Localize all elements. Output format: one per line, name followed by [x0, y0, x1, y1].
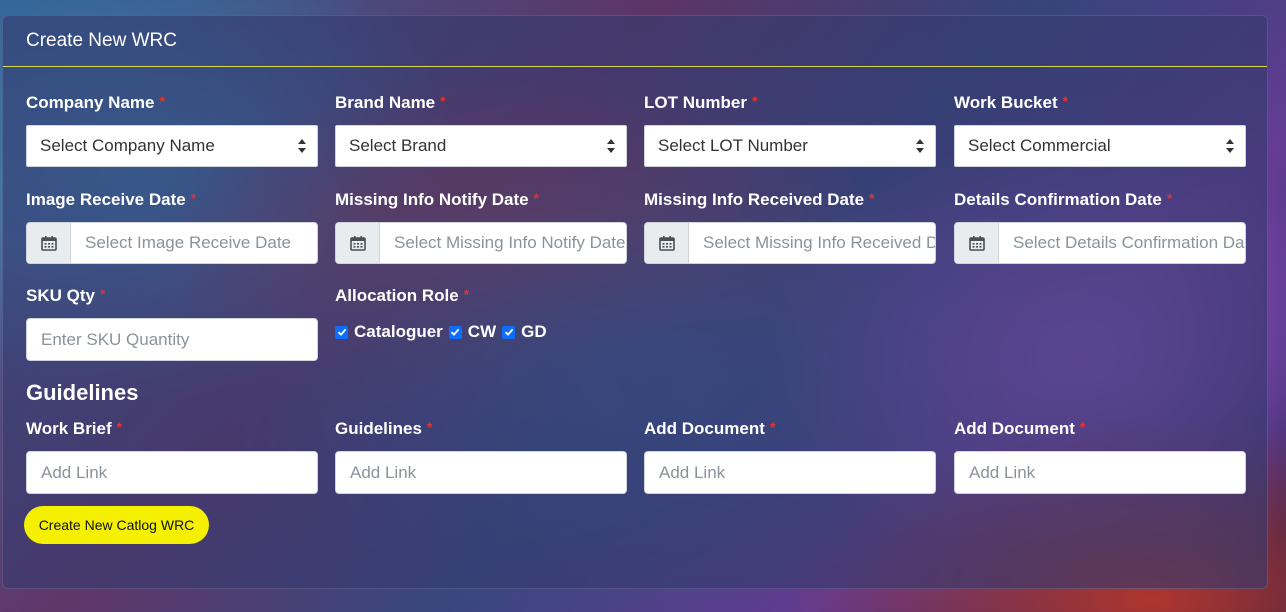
required-marker: *	[1079, 419, 1086, 435]
missing-info-received-date-placeholder: Select Missing Info Received Date	[703, 233, 935, 252]
add-document-input-2[interactable]: Add Link	[954, 451, 1246, 494]
lot-number-label: LOT Number *	[644, 93, 758, 112]
calendar-icon	[968, 236, 985, 251]
company-name-label: Company Name *	[26, 93, 165, 112]
missing-info-received-date-label: Missing Info Received Date *	[644, 190, 875, 209]
sku-qty-label: SKU Qty *	[26, 286, 106, 305]
calendar-addon[interactable]	[336, 223, 380, 263]
image-receive-date-input[interactable]: Select Image Receive Date	[26, 222, 318, 264]
add-document-input-1[interactable]: Add Link	[644, 451, 936, 494]
required-marker: *	[769, 419, 776, 435]
details-confirmation-date-placeholder: Select Details Confirmation Date	[1013, 233, 1245, 252]
sort-arrows-icon	[607, 139, 615, 153]
create-catlog-wrc-button[interactable]: Create New Catlog WRC	[24, 506, 209, 544]
details-confirmation-date-input[interactable]: Select Details Confirmation Date	[954, 222, 1246, 264]
required-marker: *	[1166, 190, 1173, 206]
checkbox-checked-icon[interactable]	[502, 325, 516, 339]
create-wrc-card: Create New WRC	[2, 15, 1268, 589]
required-marker: *	[440, 93, 446, 109]
checkbox-checked-icon[interactable]	[335, 325, 348, 339]
guidelines-label: Guidelines *	[335, 419, 433, 438]
allocation-role-checkboxes: Cataloguer CW GD	[335, 322, 553, 342]
allocation-role-label: Allocation Role *	[335, 286, 470, 305]
required-marker: *	[533, 190, 540, 206]
missing-info-notify-date-label: Missing Info Notify Date *	[335, 190, 540, 209]
calendar-addon[interactable]	[645, 223, 689, 263]
checkbox-checked-icon[interactable]	[448, 325, 462, 339]
image-receive-date-placeholder: Select Image Receive Date	[85, 233, 291, 252]
company-name-select[interactable]: Select Company Name	[26, 125, 318, 167]
guidelines-heading: Guidelines	[26, 380, 139, 405]
sort-arrows-icon	[298, 139, 306, 153]
lot-number-select[interactable]: Select LOT Number	[644, 125, 936, 167]
required-marker: *	[869, 190, 875, 206]
work-brief-label: Work Brief *	[26, 419, 123, 438]
work-brief-input[interactable]: Add Link	[26, 451, 318, 494]
checkbox-cataloguer[interactable]: Cataloguer	[335, 322, 443, 342]
required-marker: *	[159, 93, 165, 109]
checkbox-cw[interactable]: CW	[448, 322, 496, 342]
calendar-addon[interactable]	[955, 223, 999, 263]
guidelines-input[interactable]: Add Link	[335, 451, 627, 494]
required-marker: *	[99, 286, 106, 302]
sku-qty-input[interactable]: Enter SKU Quantity	[26, 318, 318, 361]
brand-name-select[interactable]: Select Brand	[335, 125, 627, 167]
required-marker: *	[1062, 93, 1069, 109]
sort-arrows-icon	[916, 139, 924, 153]
card-header: Create New WRC	[3, 16, 1267, 67]
required-marker: *	[190, 190, 197, 206]
work-bucket-select[interactable]: Select Commercial	[954, 125, 1246, 167]
add-document-label-2: Add Document *	[954, 419, 1086, 438]
calendar-icon	[349, 236, 366, 251]
missing-info-notify-date-input[interactable]: Select Missing Info Notify Date	[335, 222, 627, 264]
required-marker: *	[426, 419, 433, 435]
details-confirmation-date-label: Details Confirmation Date *	[954, 190, 1173, 209]
calendar-icon	[658, 236, 675, 251]
work-bucket-label: Work Bucket *	[954, 93, 1069, 112]
checkbox-gd[interactable]: GD	[502, 322, 547, 342]
required-marker: *	[751, 93, 758, 109]
sort-arrows-icon	[1226, 139, 1234, 153]
missing-info-received-date-input[interactable]: Select Missing Info Received Date	[644, 222, 936, 264]
brand-name-label: Brand Name *	[335, 93, 446, 112]
calendar-addon[interactable]	[27, 223, 71, 263]
add-document-label-1: Add Document *	[644, 419, 776, 438]
required-marker: *	[463, 286, 470, 302]
required-marker: *	[116, 419, 123, 435]
calendar-icon	[40, 236, 57, 251]
page-title: Create New WRC	[26, 30, 177, 51]
image-receive-date-label: Image Receive Date *	[26, 190, 197, 209]
missing-info-notify-date-placeholder: Select Missing Info Notify Date	[394, 233, 626, 252]
